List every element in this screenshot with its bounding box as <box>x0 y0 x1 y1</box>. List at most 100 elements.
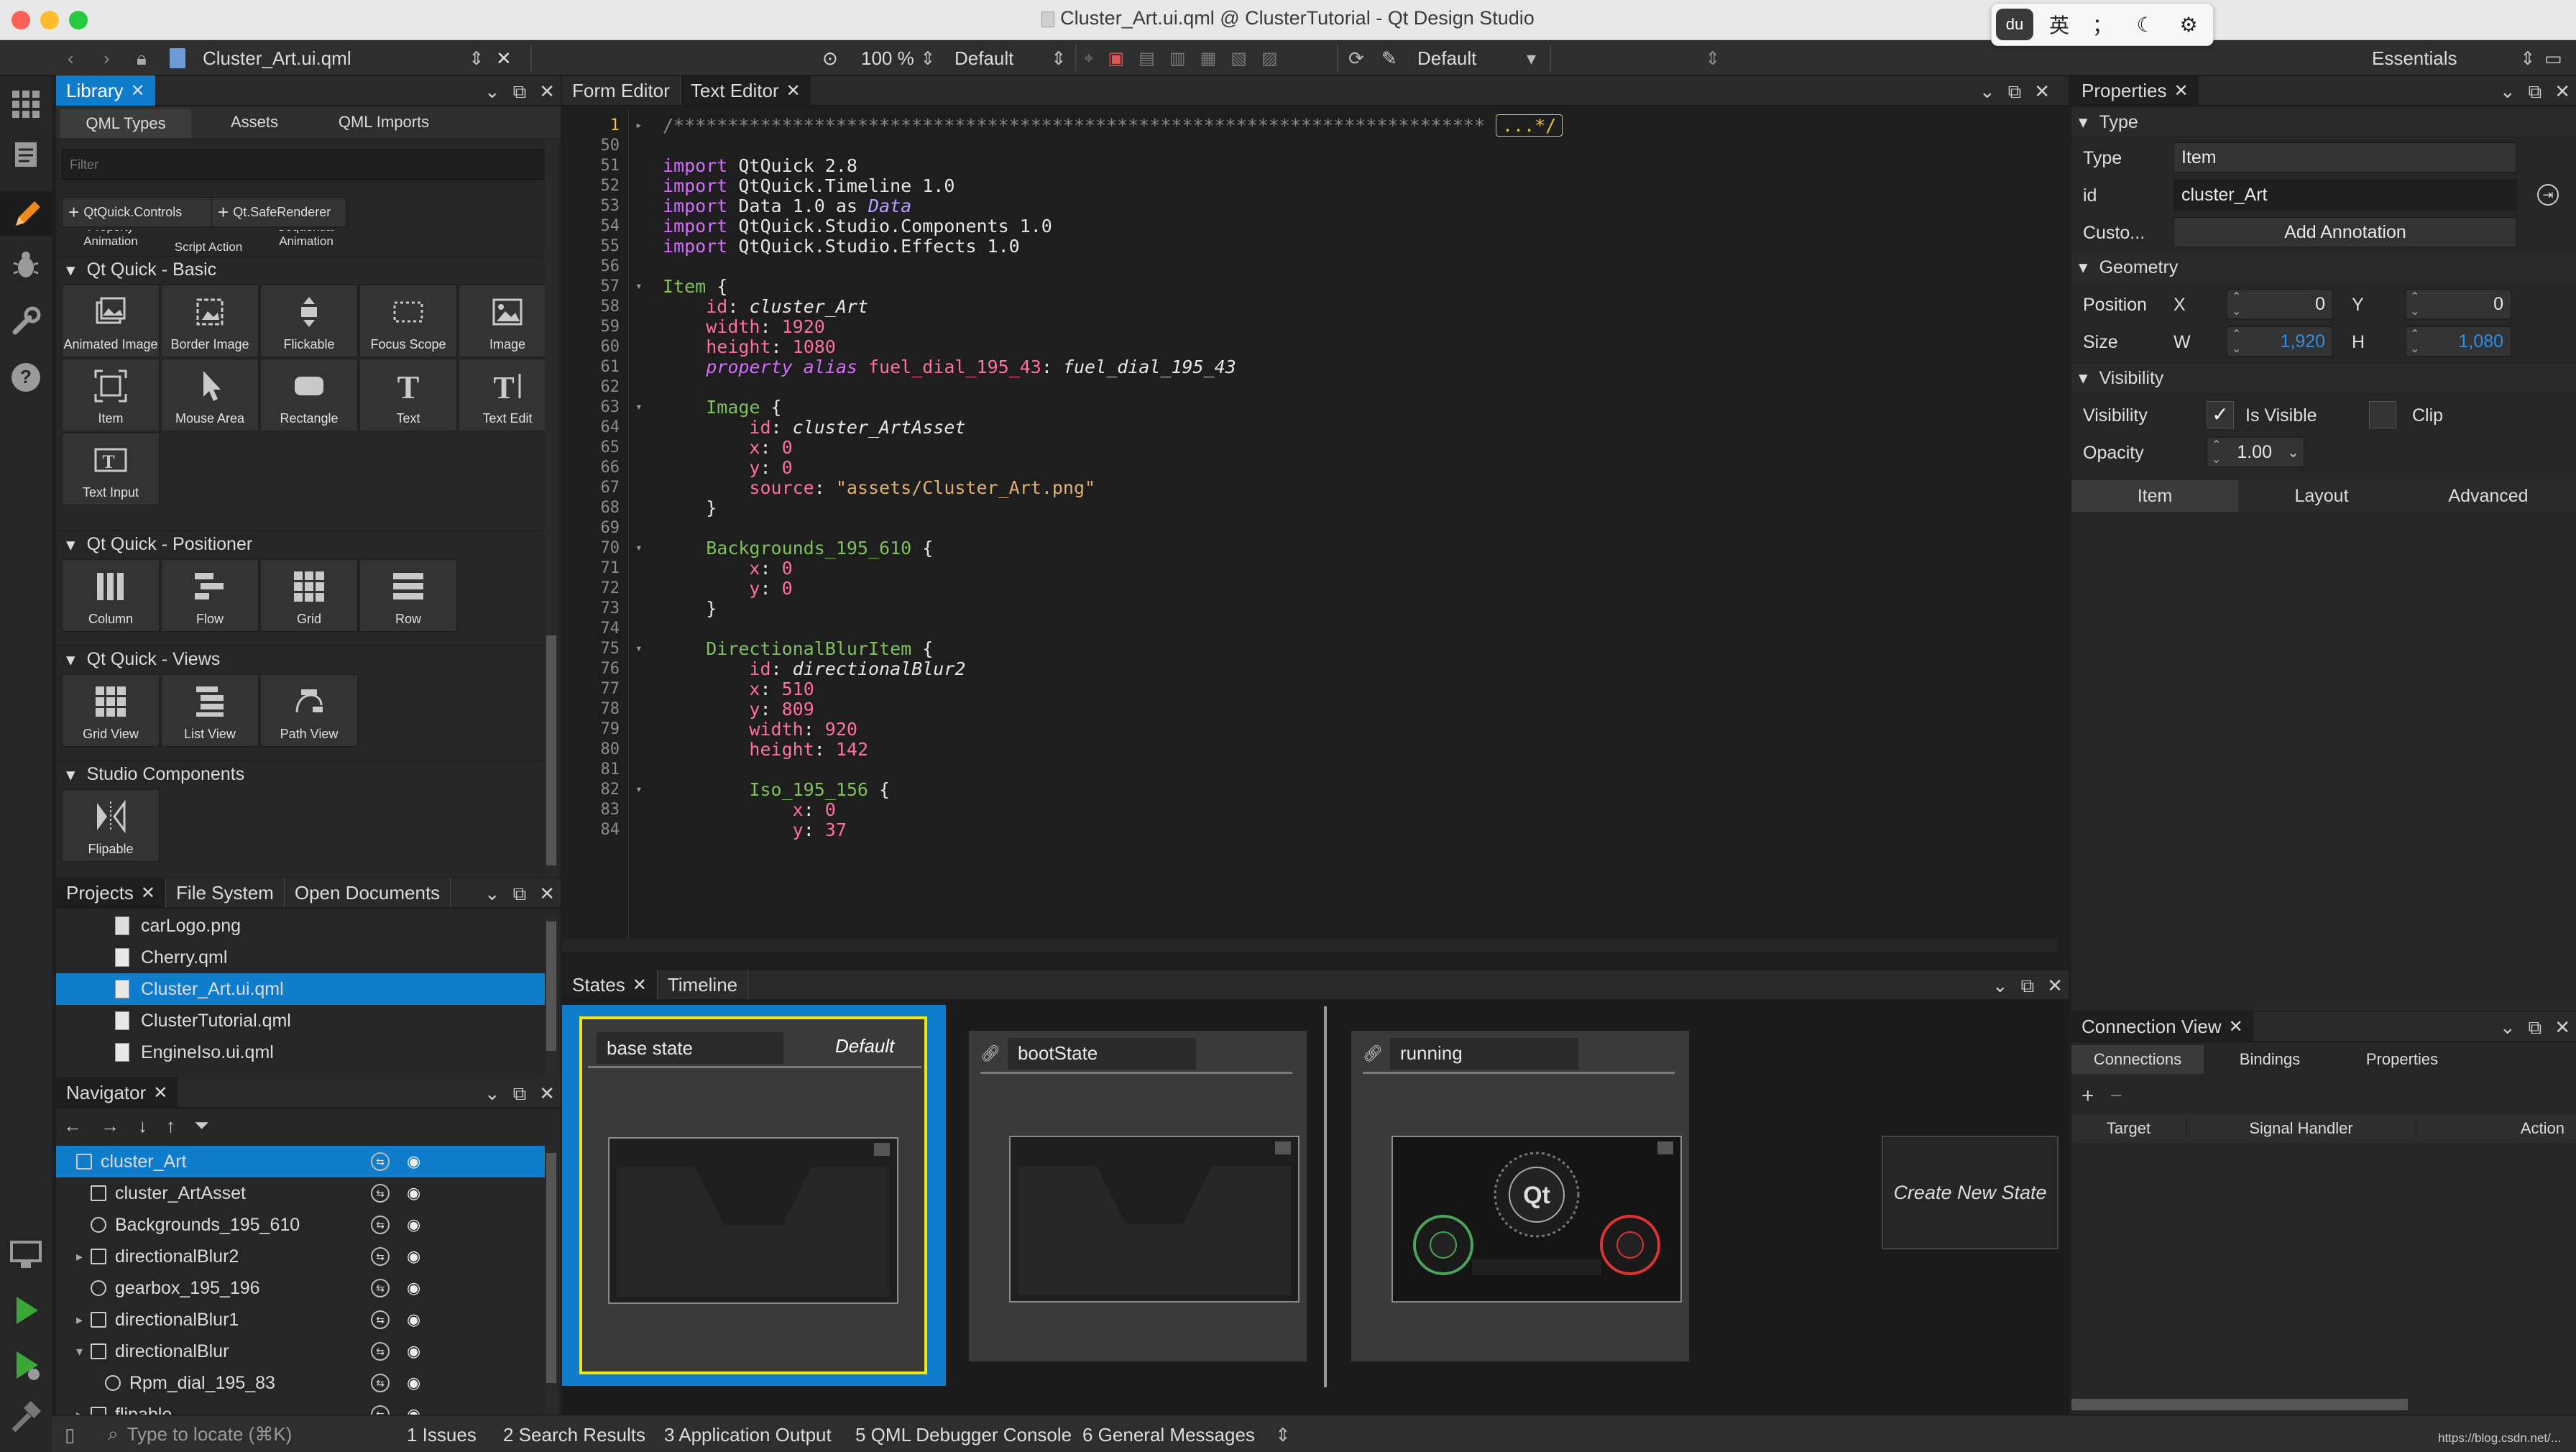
chevron-down-icon[interactable]: ⌄ <box>2500 81 2516 104</box>
lock-icon[interactable]: 🔒︎ <box>137 47 147 70</box>
float-panel-icon[interactable]: ⧉ <box>513 1083 527 1106</box>
library-item-row[interactable]: Row <box>359 559 457 632</box>
project-file-item[interactable]: ClusterTutorial.qml <box>56 1005 545 1037</box>
project-file-item[interactable]: carLogo.png <box>56 910 545 942</box>
tab-connection-view[interactable]: Connection View ✕ <box>2071 1011 2253 1042</box>
export-alias-icon[interactable]: ⇥ <box>2537 184 2559 206</box>
tab-form-editor[interactable]: Form Editor <box>562 75 681 106</box>
visibility-eye-icon[interactable]: ◉ <box>407 1247 420 1266</box>
back-arrow-icon[interactable]: ‹ <box>68 47 74 70</box>
tab-connections[interactable]: Connections <box>2071 1045 2204 1074</box>
column-target[interactable]: Target <box>2071 1119 2186 1138</box>
export-toggle-icon[interactable]: ⇆ <box>371 1152 390 1171</box>
add-connection-icon[interactable]: + <box>2082 1084 2094 1108</box>
remove-connection-icon[interactable]: − <box>2110 1084 2123 1108</box>
feedback-icon[interactable]: ▭ <box>2544 47 2562 70</box>
workspace-selector[interactable]: Essentials <box>2372 47 2457 70</box>
ime-settings-icon[interactable]: ⚙ <box>2167 13 2210 37</box>
style-chevron-icon[interactable]: ⇕ <box>1051 47 1067 70</box>
arrow-left-icon[interactable]: ← <box>63 1115 82 1137</box>
state-name-field[interactable]: bootState <box>1007 1037 1196 1070</box>
application-output-pane-button[interactable]: 3 Application Output <box>664 1424 832 1446</box>
tab-qml-types[interactable]: QML Types <box>60 109 191 138</box>
chevron-down-icon[interactable]: ⌄ <box>1979 81 1995 104</box>
clip-checkbox[interactable] <box>2369 401 2396 428</box>
chevron-down-icon[interactable]: ⌄ <box>484 883 500 906</box>
library-item-border-image[interactable]: Border Image <box>161 285 259 357</box>
close-icon[interactable]: ✕ <box>2174 81 2189 101</box>
fold-marker-icon[interactable]: ▾ <box>635 400 643 413</box>
visibility-eye-icon[interactable]: ◉ <box>407 1342 420 1361</box>
navigator-item[interactable]: ▾ directionalBlur ⇆ ◉ <box>56 1336 545 1367</box>
id-field[interactable]: cluster_Art <box>2174 180 2517 210</box>
arrow-up-icon[interactable]: ↑ <box>166 1115 175 1137</box>
library-item-flipable[interactable]: Flipable <box>62 789 160 862</box>
projects-mode-icon[interactable] <box>8 303 44 339</box>
export-toggle-icon[interactable]: ⇆ <box>371 1216 390 1234</box>
ime-punctuation-toggle[interactable]: ； <box>2081 10 2124 39</box>
empty-selector-chevron-icon[interactable]: ⇕ <box>1705 47 1721 70</box>
edit-mode-icon[interactable] <box>8 137 44 173</box>
run-icon[interactable] <box>8 1292 44 1328</box>
navigator-scrollbar[interactable] <box>545 1146 558 1415</box>
library-item-text-edit[interactable]: T Text Edit <box>459 359 556 431</box>
section-qt-quick-positioner[interactable]: ▾ Qt Quick - Positioner <box>56 530 545 558</box>
navigator-item[interactable]: cluster_Art ⇆ ◉ <box>56 1146 545 1177</box>
library-item-text[interactable]: T Text <box>359 359 457 431</box>
close-icon[interactable]: ✕ <box>2034 81 2050 104</box>
build-icon[interactable] <box>8 1400 44 1436</box>
add-import-qtquick-controls-button[interactable]: + QtQuick.Controls <box>62 197 213 227</box>
type-field[interactable]: Item <box>2174 142 2517 173</box>
section-qt-quick-basic[interactable]: ▾ Qt Quick - Basic <box>56 256 545 283</box>
locate-input[interactable]: ⌕ Type to locate (⌘K) <box>108 1420 438 1448</box>
ime-moon-icon[interactable]: ☾ <box>2124 13 2167 37</box>
close-icon[interactable]: ✕ <box>786 81 801 101</box>
live-preview-icon[interactable]: ⊙ <box>822 47 838 70</box>
tab-projects[interactable]: Projects ✕ <box>56 878 166 908</box>
float-panel-icon[interactable]: ⧉ <box>2008 81 2022 104</box>
code-horizontal-scrollbar[interactable] <box>562 939 2057 952</box>
spin-arrows-icon[interactable]: ⌃ ⌄ <box>2212 438 2221 467</box>
section-type[interactable]: ▾ Type <box>2071 108 2576 137</box>
toggle-sidebar-icon[interactable]: ▯ <box>65 1424 75 1446</box>
library-item-mouse-area[interactable]: Mouse Area <box>161 359 259 431</box>
library-item-flickable[interactable]: Flickable <box>260 285 358 357</box>
tab-file-system[interactable]: File System <box>165 878 284 908</box>
anchor-left-icon[interactable]: ▧ <box>1230 48 1247 69</box>
library-scrollbar[interactable] <box>545 139 558 878</box>
code-editor[interactable]: 1 ▸ /*************************************… <box>562 108 2057 939</box>
project-file-item[interactable]: EngineIso.ui.qml <box>56 1037 545 1068</box>
export-toggle-icon[interactable]: ⇆ <box>371 1184 390 1203</box>
float-panel-icon[interactable]: ⧉ <box>2529 1016 2542 1039</box>
tab-bindings[interactable]: Bindings <box>2204 1045 2336 1074</box>
navigator-item[interactable]: Rpm_dial_195_83 ⇆ ◉ <box>56 1367 545 1399</box>
chevron-down-icon[interactable]: ⌄ <box>2500 1016 2516 1039</box>
navigator-item[interactable]: ▸ directionalBlur2 ⇆ ◉ <box>56 1241 545 1272</box>
close-icon[interactable]: ✕ <box>632 975 647 996</box>
library-item-grid-view[interactable]: Grid View <box>62 674 160 747</box>
state-chevron-icon[interactable]: ▾ <box>1527 47 1536 70</box>
float-panel-icon[interactable]: ⧉ <box>513 81 527 104</box>
navigator-item[interactable]: Backgrounds_195_610 ⇆ ◉ <box>56 1209 545 1241</box>
library-item-animated-image[interactable]: Animated Image <box>62 285 160 357</box>
state-selector[interactable]: Default <box>1417 47 1476 70</box>
qml-debugger-console-pane-button[interactable]: 5 QML Debugger Console <box>855 1424 1072 1446</box>
spin-arrows-icon[interactable]: ⌃ ⌄ <box>2232 327 2241 356</box>
library-item-grid[interactable]: Grid <box>260 559 358 632</box>
code-scrollbar[interactable] <box>2056 108 2057 939</box>
debug-mode-icon[interactable] <box>8 247 44 283</box>
visibility-eye-icon[interactable]: ◉ <box>407 1216 420 1234</box>
more-panes-chevron-icon[interactable]: ⇕ <box>1275 1424 1291 1446</box>
tab-properties-list[interactable]: Properties <box>2336 1045 2468 1074</box>
close-icon[interactable]: ✕ <box>2554 81 2570 104</box>
edit-state-icon[interactable]: ✎ <box>1381 47 1397 70</box>
export-toggle-icon[interactable]: ⇆ <box>371 1342 390 1361</box>
height-spinbox[interactable]: ⌃ ⌄ 1,080 <box>2405 326 2511 357</box>
anchor-fill-icon[interactable]: ▨ <box>1261 48 1278 69</box>
library-item-property-animation[interactable]: Property Animation <box>62 230 160 249</box>
project-file-item[interactable]: Cherry.qml <box>56 942 545 973</box>
welcome-mode-icon[interactable] <box>8 85 44 121</box>
close-icon[interactable]: ✕ <box>539 1083 555 1106</box>
library-item-flow[interactable]: Flow <box>161 559 259 632</box>
ime-logo-icon[interactable]: du <box>1996 9 2033 40</box>
